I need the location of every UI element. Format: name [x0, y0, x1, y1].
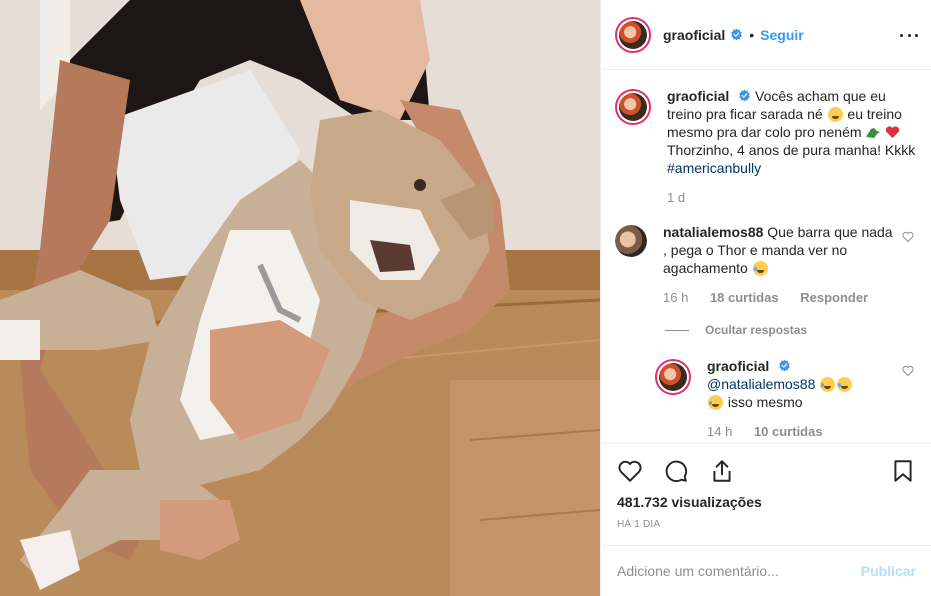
caption-time[interactable]: 1 d — [667, 190, 685, 205]
caption-hashtag[interactable]: #americanbully — [667, 160, 761, 176]
caption-text-3: Thorzinho, 4 anos de pura manha! Kkkk — [667, 142, 916, 158]
tears-of-joy-emoji-icon — [820, 377, 836, 392]
winking-face-emoji-icon — [827, 107, 843, 122]
hide-replies-line — [665, 329, 689, 331]
caption-avatar[interactable] — [615, 89, 651, 125]
caption-meta: 1 d — [667, 189, 916, 207]
verified-badge-icon — [739, 89, 750, 102]
tears-of-joy-emoji-icon — [837, 377, 853, 392]
more-options-icon[interactable] — [900, 26, 918, 44]
reply-time[interactable]: 14 h — [707, 424, 732, 439]
reply-username[interactable]: graoficial — [707, 358, 769, 374]
commenter-username[interactable]: natalialemos88 — [663, 224, 763, 240]
hide-replies-label: Ocultar respostas — [705, 323, 808, 337]
like-heart-icon[interactable] — [617, 458, 643, 484]
caption-username[interactable]: graoficial — [667, 88, 729, 104]
reply-mention[interactable]: @natalialemos88 — [707, 376, 815, 392]
reply-button[interactable]: Responder — [800, 290, 868, 305]
photo-illustration — [0, 0, 600, 596]
hide-replies-button[interactable]: Ocultar respostas — [665, 323, 916, 337]
action-icons-bar — [617, 444, 916, 498]
red-heart-emoji-icon — [886, 126, 900, 138]
post-side-panel: graoficial • Seguir graoficial Vocês ach… — [600, 0, 931, 596]
caption: graoficial Vocês acham que eu treino pra… — [615, 87, 916, 207]
comment-time[interactable]: 16 h — [663, 290, 688, 305]
like-comment-heart-icon[interactable] — [902, 231, 914, 243]
save-bookmark-icon[interactable] — [890, 458, 916, 484]
comment-text-block: natalialemos88 Que barra que nada , pega… — [663, 223, 916, 307]
reply-item: graoficial @natalialemos88 isso mesmo 14… — [655, 357, 916, 441]
author-avatar[interactable] — [615, 16, 651, 53]
add-comment-bar: Publicar — [601, 545, 931, 596]
publish-button[interactable]: Publicar — [861, 563, 916, 579]
commenter-avatar[interactable] — [615, 225, 647, 257]
reply-text: isso mesmo — [727, 394, 803, 410]
comment-item: natalialemos88 Que barra que nada , pega… — [615, 223, 916, 307]
reply-avatar[interactable] — [655, 359, 691, 395]
follow-button[interactable]: Seguir — [760, 27, 804, 43]
comments-list[interactable]: graoficial Vocês acham que eu treino pra… — [601, 71, 931, 443]
comment-input[interactable] — [617, 563, 861, 579]
like-reply-heart-icon[interactable] — [902, 365, 914, 377]
reply-meta: 14 h 10 curtidas — [707, 423, 853, 441]
share-icon[interactable] — [709, 458, 735, 484]
verified-badge-icon — [779, 359, 790, 372]
header-separator: • — [749, 26, 755, 43]
reply-text-block: graoficial @natalialemos88 isso mesmo 14… — [707, 357, 875, 441]
verified-badge-icon — [731, 28, 742, 41]
crocodile-emoji-icon — [866, 128, 881, 138]
post-header: graoficial • Seguir — [601, 0, 931, 70]
author-username[interactable]: graoficial — [663, 27, 725, 43]
instagram-post-modal: graoficial • Seguir graoficial Vocês ach… — [0, 0, 931, 596]
post-actions: 481.732 visualizações Há 1 dia — [601, 443, 931, 530]
comment-likes[interactable]: 18 curtidas — [710, 290, 779, 305]
post-photo[interactable] — [0, 0, 600, 596]
tears-of-joy-emoji-icon — [752, 261, 768, 276]
comment-bubble-icon[interactable] — [663, 458, 689, 484]
tears-of-joy-emoji-icon — [708, 395, 723, 410]
comment-meta: 16 h 18 curtidas Responder — [663, 289, 894, 307]
caption-text-block: graoficial Vocês acham que eu treino pra… — [667, 87, 916, 207]
posted-time[interactable]: Há 1 dia — [617, 519, 916, 530]
reply-likes[interactable]: 10 curtidas — [754, 424, 823, 439]
